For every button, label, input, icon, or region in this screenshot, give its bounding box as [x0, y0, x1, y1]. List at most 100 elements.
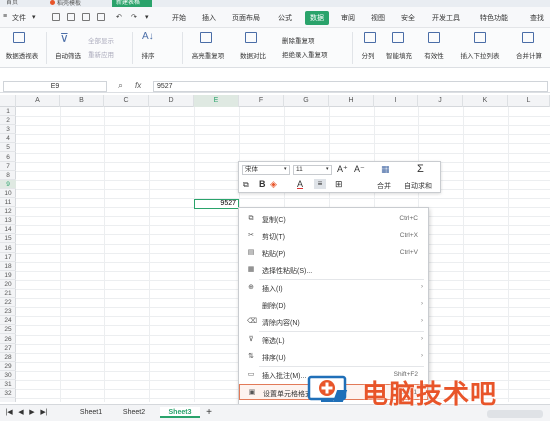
select-all-corner[interactable]	[0, 95, 16, 107]
column-header[interactable]: J	[418, 95, 463, 107]
sheet-tab-3[interactable]: Sheet3	[160, 407, 200, 418]
doc-tab-templates[interactable]: 稻壳模板	[46, 0, 81, 7]
merge-button[interactable]: 合并	[377, 181, 391, 191]
column-header[interactable]: K	[463, 95, 508, 107]
context-menu-item[interactable]: ⧉ 复制(C) Ctrl+C	[239, 211, 428, 227]
row-header[interactable]: 1	[0, 107, 16, 117]
column-header[interactable]: B	[60, 95, 104, 107]
nav-next-icon[interactable]: ▶	[28, 407, 36, 418]
row-header[interactable]: 5	[0, 143, 16, 153]
row-header[interactable]: 4	[0, 134, 16, 144]
row-header[interactable]: 13	[0, 216, 16, 226]
row-header[interactable]: 28	[0, 353, 16, 362]
validity-button[interactable]: 有效性	[420, 50, 448, 60]
preview-icon[interactable]	[97, 13, 105, 21]
horizontal-scrollbar[interactable]	[487, 410, 543, 418]
chevron-down-icon[interactable]: ▾	[326, 166, 329, 172]
context-menu-item[interactable]: 删除(D) ›	[239, 297, 428, 313]
row-header[interactable]: 19	[0, 271, 16, 280]
column-header[interactable]: F	[239, 95, 284, 107]
menu-data[interactable]: 数据	[305, 11, 329, 25]
border-icon[interactable]: ⊞	[335, 179, 343, 190]
menu-search[interactable]: 查找	[530, 13, 544, 23]
column-header[interactable]: L	[508, 95, 550, 107]
menu-insert[interactable]: 插入	[202, 13, 216, 23]
add-sheet-button[interactable]: +	[202, 407, 216, 418]
row-header[interactable]: 15	[0, 234, 16, 244]
insert-dropdown-button[interactable]: 插入下拉列表	[456, 50, 504, 60]
row-header[interactable]: 27	[0, 344, 16, 353]
sheet-tab-1[interactable]: Sheet1	[72, 407, 110, 418]
nav-last-icon[interactable]: ▶|	[39, 407, 49, 418]
row-header[interactable]: 24	[0, 316, 16, 326]
chevron-down-icon[interactable]: ▾	[145, 13, 149, 21]
delete-duplicates-button[interactable]: 删除重复项	[282, 35, 315, 45]
reapply-button[interactable]: 重新应用	[88, 49, 114, 59]
row-header[interactable]: 10	[0, 189, 16, 198]
name-box[interactable]: E9	[3, 81, 107, 92]
redo-icon[interactable]: ↷	[131, 13, 137, 21]
chevron-down-icon[interactable]: ▾	[284, 166, 287, 172]
bold-button[interactable]: B	[259, 179, 266, 189]
grow-font-button[interactable]: A⁺	[337, 164, 348, 175]
row-header[interactable]: 20	[0, 280, 16, 289]
row-header[interactable]: 25	[0, 325, 16, 335]
doc-tab-current[interactable]: 新建表格	[112, 0, 152, 7]
nav-prev-icon[interactable]: ◀	[17, 407, 25, 418]
print-icon[interactable]	[82, 13, 90, 21]
align-center-icon[interactable]: ≡	[314, 179, 326, 189]
save-icon[interactable]	[52, 13, 60, 21]
menu-start[interactable]: 开始	[172, 13, 186, 23]
row-header[interactable]: 26	[0, 335, 16, 344]
show-all-button[interactable]: 全部显示	[88, 35, 114, 45]
split-button[interactable]: 分列	[356, 50, 380, 60]
row-header[interactable]: 23	[0, 307, 16, 317]
menu-developer[interactable]: 开发工具	[432, 13, 460, 23]
merge-calc-button[interactable]: 合并计算	[508, 50, 550, 60]
smart-fill-button[interactable]: 智能填充	[382, 50, 416, 60]
formula-input[interactable]: 9527	[153, 81, 548, 92]
shrink-font-button[interactable]: A⁻	[354, 164, 365, 175]
doc-tab-home[interactable]: 首页	[2, 0, 18, 7]
autosum-button[interactable]: 自动求和	[404, 181, 432, 191]
sort-button[interactable]: 排序	[138, 50, 158, 60]
fill-color-icon[interactable]: ◈	[270, 179, 277, 190]
column-header[interactable]: I	[374, 95, 418, 107]
sheet-tab-2[interactable]: Sheet2	[115, 407, 153, 418]
column-header[interactable]: C	[104, 95, 149, 107]
row-header[interactable]: 18	[0, 262, 16, 271]
context-menu-item[interactable]: ▦ 选择性粘贴(S)...	[239, 262, 428, 278]
row-header[interactable]: 31	[0, 380, 16, 390]
magnifier-icon[interactable]: ⌕	[118, 80, 123, 91]
selected-cell[interactable]: 9527	[194, 199, 239, 209]
hamburger-icon[interactable]: ≡	[3, 13, 7, 20]
chevron-down-icon[interactable]: ▾	[32, 13, 36, 21]
font-color-icon[interactable]: A	[297, 179, 303, 189]
context-menu-item[interactable]: ⊕ 插入(I) ›	[239, 280, 428, 296]
context-menu-item[interactable]: ✂ 剪切(T) Ctrl+X	[239, 228, 428, 244]
row-header[interactable]: 22	[0, 298, 16, 308]
highlight-duplicates-button[interactable]: 高亮重复项	[186, 50, 230, 60]
data-compare-button[interactable]: 数据对比	[233, 50, 273, 60]
context-menu-item[interactable]: ▤ 粘贴(P) Ctrl+V	[239, 245, 428, 261]
fx-button[interactable]: fx	[135, 81, 141, 90]
column-header[interactable]: G	[284, 95, 329, 107]
context-menu-item[interactable]: ⊽ 筛选(L) ›	[239, 332, 428, 348]
row-header[interactable]: 30	[0, 371, 16, 380]
column-header[interactable]: A	[16, 95, 60, 107]
row-header[interactable]: 32	[0, 389, 16, 399]
context-menu-item[interactable]: ⇅ 排序(U) ›	[239, 349, 428, 365]
export-icon[interactable]	[67, 13, 75, 21]
row-header[interactable]: 3	[0, 125, 16, 135]
autofilter-button[interactable]: 自动筛选	[50, 50, 86, 60]
context-menu-item[interactable]: ⌫ 清除内容(N) ›	[239, 314, 428, 330]
row-header[interactable]: 29	[0, 362, 16, 371]
menu-features[interactable]: 特色功能	[480, 13, 508, 23]
row-header[interactable]: 14	[0, 225, 16, 235]
row-header[interactable]: 2	[0, 116, 16, 126]
pivot-table-button[interactable]: 数据透视表	[2, 50, 42, 60]
format-painter-icon[interactable]: ⧉	[243, 180, 249, 190]
row-header[interactable]: 6	[0, 153, 16, 162]
undo-icon[interactable]: ↶	[116, 13, 122, 21]
menu-page-layout[interactable]: 页面布局	[232, 13, 260, 23]
